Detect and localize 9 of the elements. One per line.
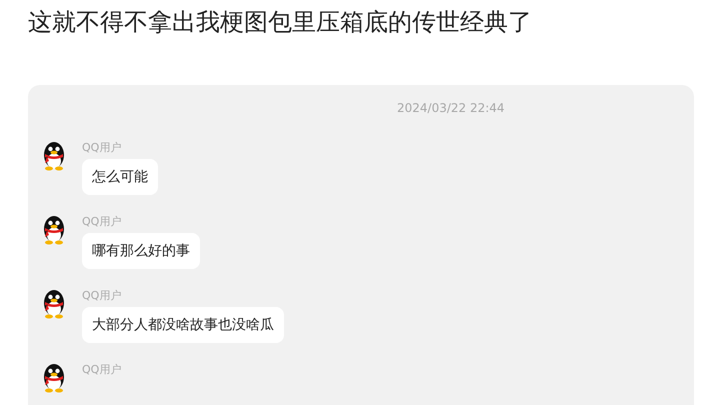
sender-name: QQ用户 (82, 289, 122, 303)
message-bubble: 哪有那么好的事 (82, 233, 200, 269)
sender-name: QQ用户 (82, 363, 122, 377)
message-bubble: 怎么可能 (82, 159, 158, 195)
sender-name: QQ用户 (82, 141, 122, 155)
post-title: 这就不得不拿出我梗图包里压箱底的传世经典了 (27, 7, 533, 38)
message-bubble: 大部分人都没啥故事也没啥瓜 (82, 307, 284, 343)
chat-timestamp: 2024/03/22 22:44 (397, 101, 505, 115)
sender-name: QQ用户 (82, 215, 122, 229)
